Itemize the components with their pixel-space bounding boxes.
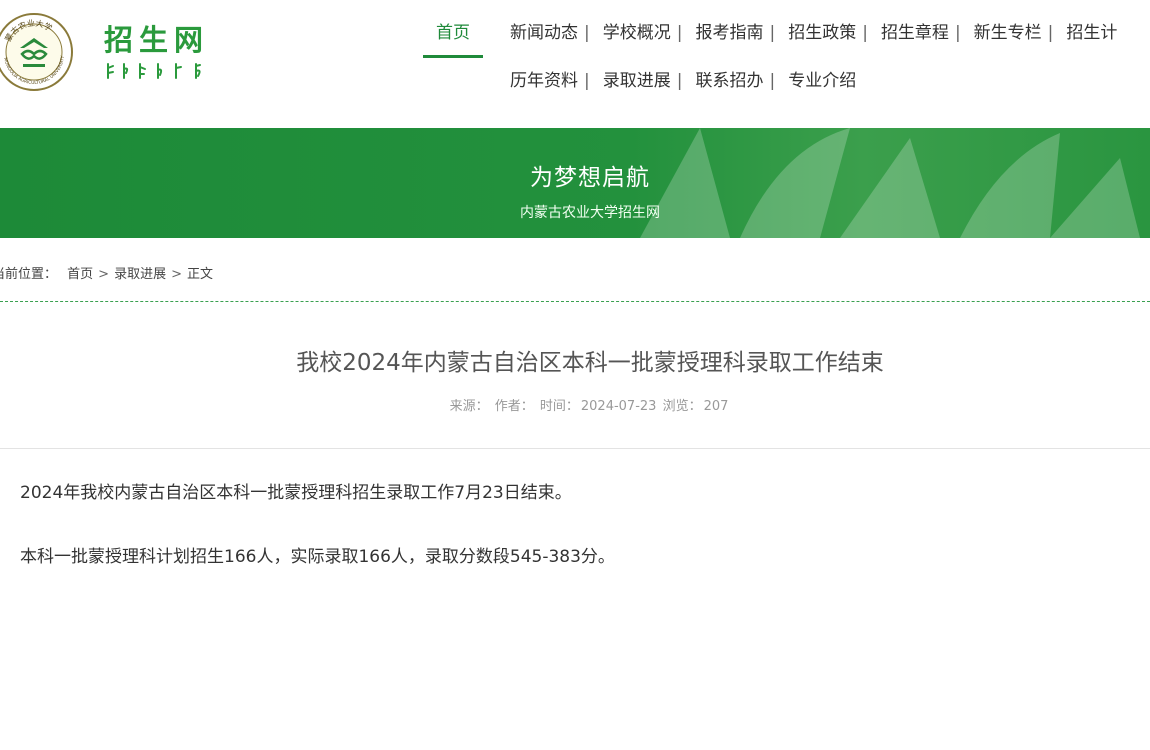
hero-banner: 为梦想启航 内蒙古农业大学招生网 [0, 128, 1150, 238]
banner-title: 为梦想启航 [530, 165, 650, 191]
meta-source-label: 来源： [449, 399, 489, 414]
breadcrumb-home-link[interactable]: 首页 [67, 267, 93, 282]
nav-item-admission-policy[interactable]: 招生政策 | [788, 10, 881, 58]
nav-item-freshman-column[interactable]: 新生专栏 | [974, 10, 1067, 58]
nav-item-school-overview[interactable]: 学校概况 | [603, 10, 696, 58]
meta-author-label: 作者： [494, 399, 534, 414]
meta-views-label: 浏览： [662, 399, 702, 414]
mongolian-script-logo [107, 63, 201, 79]
breadcrumb: 当前位置： 首页 > 录取进展 > 正文 [0, 263, 213, 282]
nav-item-admission-plan[interactable]: 招生计 [1066, 10, 1117, 58]
article-paragraph: 2024年我校内蒙古自治区本科一批蒙授理科招生录取工作7月23日结束。 [20, 483, 572, 503]
banner-subtitle: 内蒙古农业大学招生网 [520, 205, 660, 221]
nav-item-admission-charter[interactable]: 招生章程 | [881, 10, 974, 58]
nav-row-secondary: 历年资料 | 录取进展 | 联系招办 | 专业介绍 [510, 58, 856, 106]
article-header-divider [0, 448, 1150, 449]
nav-item-majors[interactable]: 专业介绍 [788, 58, 856, 106]
site-name: 招生网 [104, 23, 210, 57]
nav-item-news[interactable]: 新闻动态 | [510, 10, 603, 58]
nav-item-history-data[interactable]: 历年资料 | [510, 58, 603, 106]
nav-item-admission-progress[interactable]: 录取进展 | [603, 58, 696, 106]
site-header: 蒙古农业大学 MONGOLIA AGRICULTURAL UNIVERSITY … [0, 0, 1150, 128]
nav-item-contact-office[interactable]: 联系招办 | [695, 58, 788, 106]
university-seal-logo[interactable]: 蒙古农业大学 MONGOLIA AGRICULTURAL UNIVERSITY [0, 10, 74, 94]
nav-item-exam-guide[interactable]: 报考指南 | [695, 10, 788, 58]
meta-views-value: 207 [703, 399, 729, 414]
article-title: 我校2024年内蒙古自治区本科一批蒙授理科录取工作结束 [296, 350, 884, 376]
breadcrumb-prefix: 当前位置： [0, 267, 58, 282]
breadcrumb-separator: > [98, 267, 110, 282]
nav-item-home[interactable]: 首页 [423, 10, 483, 58]
breadcrumb-divider [0, 301, 1150, 302]
nav-row-primary: 首页 新闻动态 | 学校概况 | 报考指南 | 招生政策 | 招生章程 | 新生专栏 | 招生计 [423, 10, 1117, 58]
main-nav: 首页 新闻动态 | 学校概况 | 报考指南 | 招生政策 | 招生章程 | 新生专栏 | 招生计 历年资料… [423, 0, 1150, 128]
meta-time-label: 时间： [539, 399, 579, 414]
article-paragraph: 本科一批蒙授理科计划招生166人，实际录取166人，录取分数段545-383分。 [20, 547, 615, 567]
site-logo[interactable]: 招生网 [104, 22, 214, 82]
breadcrumb-current: 正文 [187, 267, 214, 282]
breadcrumb-separator: > [171, 267, 182, 282]
meta-time-value: 2024-07-23 [580, 399, 657, 414]
breadcrumb-admission-progress-link[interactable]: 录取进展 [114, 267, 166, 282]
article-meta: 来源： 作者： 时间： 2024-07-23 浏览： 207 [0, 395, 1150, 414]
